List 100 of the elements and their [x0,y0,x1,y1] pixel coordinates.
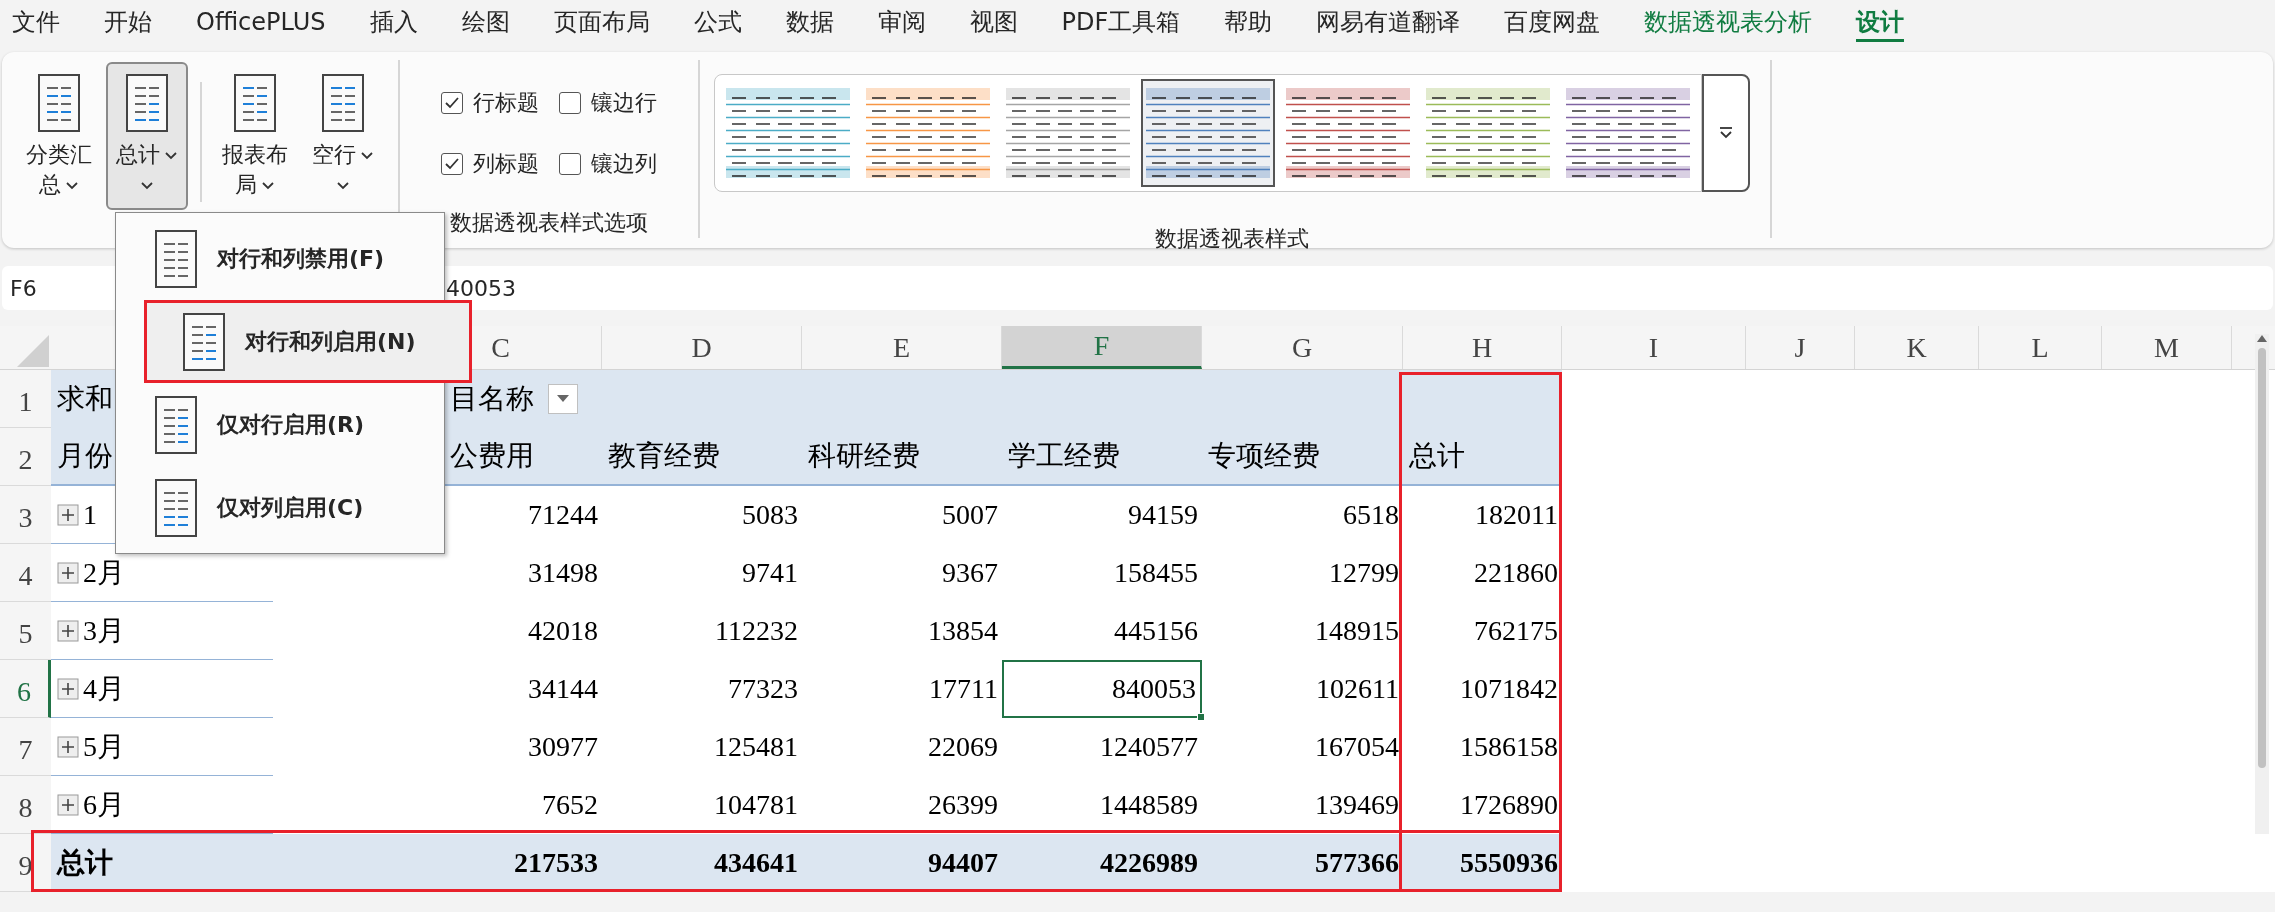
table-cell-text: 目名称 [450,382,534,416]
check-icon [445,157,459,170]
chevron-down-icon [164,150,178,160]
expand-icon[interactable] [57,735,79,758]
document-icon [183,312,225,371]
document-icon [38,74,80,132]
table-cell-text: 4月 [83,671,125,706]
group-label: 数据透视表样式 [1155,225,1309,253]
ribbon-button[interactable]: 空行 [302,62,384,210]
column-header[interactable]: L [2031,326,2049,369]
chevron-down-icon [336,180,350,190]
ribbon-tab[interactable]: PDF工具箱 [1061,4,1181,42]
column-header[interactable]: E [892,326,911,369]
filter-dropdown-button[interactable] [548,384,578,414]
ribbon-tab[interactable]: 数据 [785,4,834,42]
fill-handle[interactable] [1197,713,1205,721]
checkbox[interactable]: 行标题 [441,86,539,119]
ribbon-tab[interactable]: 插入 [369,4,418,42]
table-cell-text: 148915 [1315,614,1399,648]
row-header[interactable]: 6 [17,671,31,713]
expand-icon[interactable] [57,619,79,642]
document-icon [155,395,197,454]
ribbon-tab[interactable]: 数据透视表分析 [1644,4,1813,42]
menu-item[interactable]: 仅对列启用(C) [116,466,444,549]
table-cell-text: 94159 [1128,498,1198,532]
checkbox[interactable]: 镶边列 [559,147,657,180]
checkbox[interactable]: 镶边行 [559,86,657,119]
ribbon-tab[interactable]: 绘图 [461,4,510,42]
table-cell-text: 专项经费 [1208,439,1320,473]
table-cell-text: 94407 [928,846,998,880]
chevron-down-icon [65,180,79,190]
table-cell-text: 6518 [1343,498,1399,532]
expand-icon[interactable] [57,561,79,584]
table-cell-text: 1448589 [1100,788,1198,822]
ribbon-tab[interactable]: 公式 [693,4,742,42]
gallery-more-button[interactable] [1702,74,1750,192]
column-header[interactable]: D [691,326,712,369]
table-cell-text: 17711 [929,672,998,706]
table-cell-text: 教育经费 [608,439,720,473]
table-cell-text: 42018 [528,614,598,648]
table-cell-text: 学工经费 [1008,439,1120,473]
table-cell-text: 公费用 [450,439,534,473]
expand-icon[interactable] [57,793,79,816]
table-cell-text: 月份 [57,439,113,473]
column-header[interactable]: F [1093,325,1110,367]
column-header[interactable]: J [1794,326,1806,369]
column-header[interactable]: G [1291,326,1313,369]
ribbon-tab[interactable]: 审阅 [877,4,926,42]
table-cell-text: 217533 [514,846,598,880]
arrow-up-icon[interactable] [2257,334,2267,342]
table-cell-text: 9741 [742,556,798,590]
column-header[interactable]: K [1906,326,1927,369]
document-icon [126,74,168,132]
expand-icon[interactable] [57,677,79,700]
table-cell-text: 34144 [528,672,598,706]
table-cell-text: 139469 [1315,788,1399,822]
column-header[interactable]: M [2154,326,2179,369]
ribbon-tab[interactable]: 开始 [104,4,152,42]
check-icon [445,96,459,109]
expand-icon[interactable] [57,503,79,526]
ribbon-tab[interactable]: 视图 [969,4,1018,42]
ribbon-tab[interactable]: 设计 [1856,4,1905,42]
table-cell-text: 求和 [57,382,113,416]
checkbox[interactable]: 列标题 [441,147,539,180]
table-cell-text: 30977 [528,730,598,764]
document-icon [155,229,197,288]
group-label: 数据透视表样式选项 [450,209,648,237]
ribbon-tab[interactable]: OfficePLUS [196,4,326,42]
table-cell-text: 840053 [1112,672,1196,706]
ribbon-tab[interactable]: 页面布局 [553,4,650,42]
menu-item[interactable]: 对行和列启用(N) [144,300,472,383]
table-cell-text: 434641 [714,846,798,880]
chevron-down-icon [360,150,374,160]
table-cell-text: 6月 [83,787,125,822]
column-header[interactable]: C [491,326,510,369]
ribbon-tab[interactable]: 文件 [12,4,60,42]
pivot-style-thumbnail[interactable] [1141,79,1275,187]
table-cell-text: 5083 [742,498,798,532]
ribbon-button[interactable]: 报表布 局 [214,62,296,210]
vertical-scrollbar[interactable] [2255,334,2269,834]
table-cell-text: 2月 [83,555,125,590]
table-cell-text: 4226989 [1100,846,1198,880]
menu-item[interactable]: 仅对行启用(R) [116,383,444,466]
table-cell-text: 1071842 [1460,672,1558,706]
menu-item[interactable]: 对行和列禁用(F) [116,217,444,300]
ribbon-tab[interactable]: 帮助 [1224,4,1273,42]
table-cell-text: 104781 [714,788,798,822]
ribbon-tab[interactable]: 网易有道翻译 [1316,4,1461,42]
ribbon-tab[interactable]: 百度网盘 [1504,4,1601,42]
table-cell-text: 1240577 [1100,730,1198,764]
column-header[interactable]: H [1471,326,1493,369]
table-cell-text: 577366 [1315,846,1399,880]
table-cell-text: 总计 [1409,439,1465,473]
chevron-down-icon [140,180,154,190]
column-header[interactable]: I [1648,326,1659,369]
table-cell-text: 182011 [1475,498,1558,532]
ribbon-button[interactable]: 总计 [106,62,188,210]
table-cell-text: 5月 [83,729,125,764]
table-cell-text: 1726890 [1460,788,1558,822]
ribbon-button[interactable]: 分类汇 总 [18,62,100,210]
